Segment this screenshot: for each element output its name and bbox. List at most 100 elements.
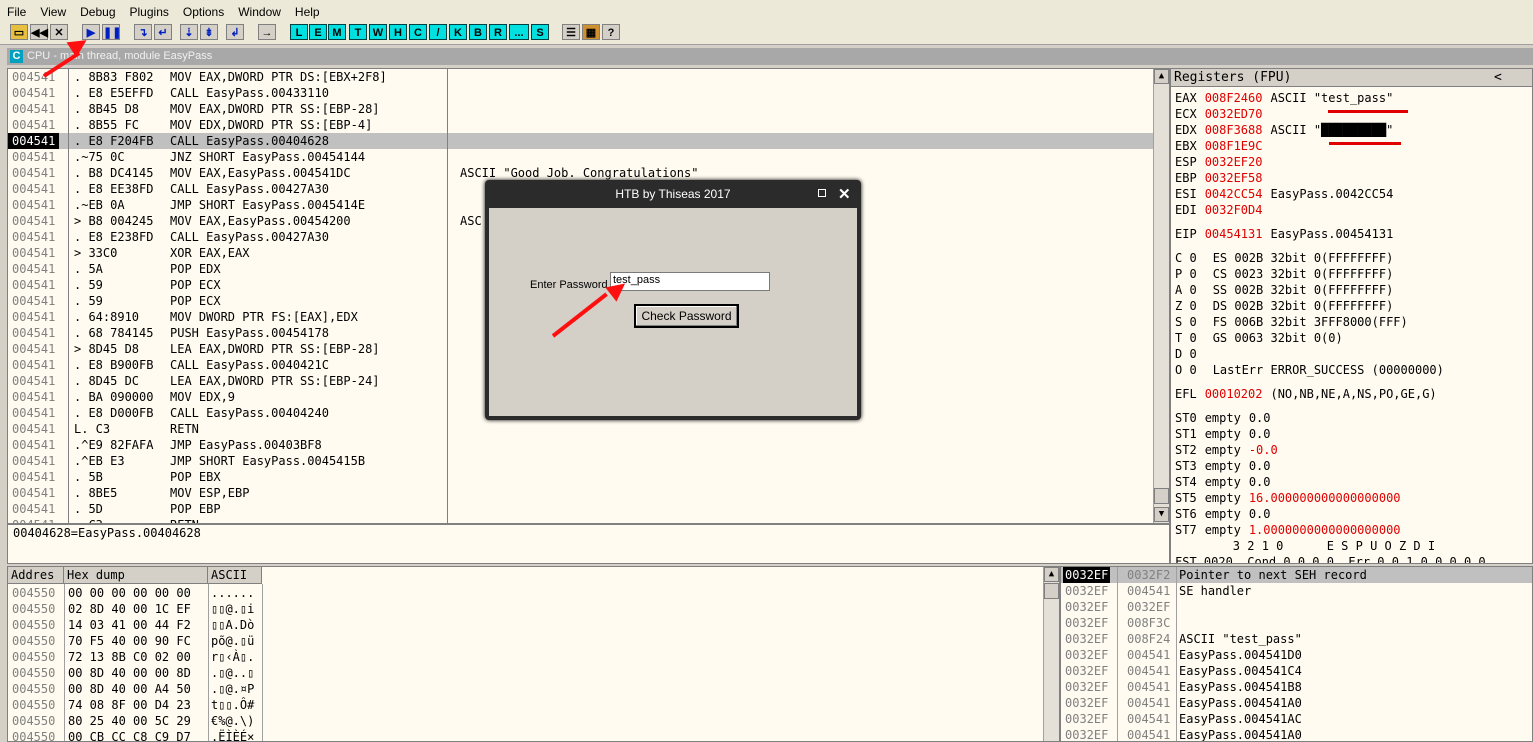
stack-row[interactable]: 0032EF 004541 EasyPass.004541B8 [1061, 679, 1532, 695]
toolbar-button-t[interactable]: T [349, 24, 367, 40]
register-row[interactable]: ESP 0032EF20 [1175, 154, 1530, 170]
disassembly-scrollbar[interactable]: ▲ ▼ [1153, 69, 1169, 523]
register-value[interactable]: 0042CC54 [1205, 187, 1263, 201]
menu-debug[interactable]: Debug [73, 0, 122, 19]
rewind-icon[interactable]: ◀◀ [30, 24, 48, 40]
grid-icon[interactable]: ▦ [582, 24, 600, 40]
flag-row[interactable]: C 0 ES 002B 32bit 0(FFFFFFFF) [1175, 250, 1393, 266]
registers-pane[interactable]: Registers (FPU) < EAX 008F2460 ASCII "test… [1170, 68, 1533, 564]
register-value[interactable]: 008F1E9C [1205, 139, 1263, 153]
flag-row[interactable]: Z 0 DS 002B 32bit 0(FFFFFFFF) [1175, 298, 1393, 314]
scroll-thumb[interactable] [1154, 488, 1169, 504]
disasm-row[interactable]: 004541 .^EB E3 JMP SHORT EasyPass.0045415B [8, 453, 1153, 469]
disasm-row[interactable]: 004541 . B8 DC4145 MOV EAX,EasyPass.004541… [8, 165, 1153, 181]
disasm-row[interactable]: 004541 L. C3 RETN [8, 421, 1153, 437]
stack-row[interactable]: 0032EF 004541 EasyPass.004541A0 [1061, 695, 1532, 711]
disasm-row[interactable]: 004541 .~75 0C JNZ SHORT EasyPass.00454144 [8, 149, 1153, 165]
step-over-icon[interactable]: ↵ [154, 24, 172, 40]
toolbar-button-slash[interactable]: / [429, 24, 447, 40]
list-icon[interactable]: ☰ [562, 24, 580, 40]
disasm-row[interactable]: 004541 . C3 RETN [8, 517, 1153, 523]
menu-view[interactable]: View [33, 0, 73, 19]
menu-help[interactable]: Help [288, 0, 327, 19]
stack-row[interactable]: 0032EF 004541 EasyPass.004541D0 [1061, 647, 1532, 663]
disasm-row[interactable]: 004541 . 5D POP EBP [8, 501, 1153, 517]
stack-row[interactable]: 0032EF 004541 EasyPass.004541AC [1061, 711, 1532, 727]
register-row[interactable]: EDX 008F3688 ASCII "█████████" [1175, 122, 1530, 138]
scroll-thumb[interactable] [1044, 583, 1059, 599]
register-value[interactable]: 0032ED70 [1205, 107, 1263, 121]
register-row-efl[interactable]: EFL 00010202 (NO,NB,NE,A,NS,PO,GE,G) [1175, 386, 1530, 402]
disasm-row[interactable]: 004541 . 5B POP EBX [8, 469, 1153, 485]
stack-pane[interactable]: 0032EF 0032F2 Pointer to next SEH record 00… [1060, 566, 1533, 742]
flag-row[interactable]: O 0 LastErr ERROR_SUCCESS (00000000) [1175, 362, 1444, 378]
disasm-row[interactable]: 004541 .^E9 82FAFA JMP EasyPass.00403BF8 [8, 437, 1153, 453]
register-value[interactable]: 008F3688 [1205, 123, 1263, 137]
toolbar-button-k[interactable]: K [449, 24, 467, 40]
scroll-up-icon[interactable]: ▲ [1044, 567, 1059, 582]
flag-row[interactable]: P 0 CS 0023 32bit 0(FFFFFFFF) [1175, 266, 1393, 282]
fpu-row[interactable]: ST1 empty 0.0 [1175, 426, 1271, 442]
toolbar-button-s[interactable]: S [531, 24, 549, 40]
step-into-icon[interactable]: ↴ [134, 24, 152, 40]
disasm-row[interactable]: 004541 . E8 F204FB CALL EasyPass.00404628 [8, 133, 1153, 149]
register-row[interactable]: ESI 0042CC54 EasyPass.0042CC54 [1175, 186, 1530, 202]
disasm-row[interactable]: 004541 . E8 E5EFFD CALL EasyPass.00433110 [8, 85, 1153, 101]
dump-header-ascii[interactable]: ASCII [208, 567, 262, 584]
toolbar-button-b[interactable]: B [469, 24, 487, 40]
stack-row[interactable]: 0032EF 0032F2 Pointer to next SEH record [1061, 567, 1532, 583]
toolbar-button-r[interactable]: R [489, 24, 507, 40]
register-value[interactable]: 0032EF58 [1205, 171, 1263, 185]
register-row[interactable]: EBP 0032EF58 [1175, 170, 1530, 186]
help-icon[interactable]: ? [602, 24, 620, 40]
execute-till-return-icon[interactable]: ↲ [226, 24, 244, 40]
dump-row[interactable]: 004550 00 CB CC C8 C9 D7 .ËÌÈÉ× [8, 729, 1043, 741]
dump-row[interactable]: 004550 70 F5 40 00 90 FC põ@.▯ü [8, 633, 1043, 649]
toolbar-button-c[interactable]: C [409, 24, 427, 40]
register-row[interactable]: EDI 0032F0D4 [1175, 202, 1530, 218]
disasm-row[interactable]: 004541 . 8B55 FC MOV EDX,DWORD PTR SS:[EBP… [8, 117, 1153, 133]
toolbar-button-w[interactable]: W [369, 24, 387, 40]
stack-row[interactable]: 0032EF 004541 SE handler [1061, 583, 1532, 599]
register-row[interactable]: EBX 008F1E9C [1175, 138, 1530, 154]
scroll-down-icon[interactable]: ▼ [1154, 507, 1169, 522]
register-row[interactable]: EAX 008F2460 ASCII "test_pass" [1175, 90, 1530, 106]
dump-row[interactable]: 004550 14 03 41 00 44 F2 ▯▯A.Dò [8, 617, 1043, 633]
dump-header-address[interactable]: Addres [8, 567, 64, 584]
dump-row[interactable]: 004550 00 8D 40 00 00 8D .▯@..▯ [8, 665, 1043, 681]
register-value[interactable]: 00454131 [1205, 227, 1263, 241]
dump-scrollbar[interactable]: ▲ [1043, 567, 1059, 741]
trace-into-icon[interactable]: ⇣ [180, 24, 198, 40]
register-value[interactable]: 00010202 [1205, 387, 1263, 401]
menu-options[interactable]: Options [176, 0, 231, 19]
disasm-row[interactable]: 004541. 8B83 F802 MOV EAX,DWORD PTR DS:[E… [8, 69, 1153, 85]
dump-row[interactable]: 004550 72 13 8B C0 02 00 r▯‹À▯. [8, 649, 1043, 665]
fpu-row[interactable]: ST0 empty 0.0 [1175, 410, 1271, 426]
stack-row[interactable]: 0032EF 0032EF [1061, 599, 1532, 615]
menu-plugins[interactable]: Plugins [123, 0, 176, 19]
flag-row[interactable]: A 0 SS 002B 32bit 0(FFFFFFFF) [1175, 282, 1393, 298]
stack-row[interactable]: 0032EF 004541 EasyPass.004541A0 [1061, 727, 1532, 741]
stack-row[interactable]: 0032EF 004541 EasyPass.004541C4 [1061, 663, 1532, 679]
check-password-button[interactable]: Check Password [634, 304, 739, 328]
stack-row[interactable]: 0032EF 008F24 ASCII "test_pass" [1061, 631, 1532, 647]
dump-row[interactable]: 004550 00 8D 40 00 A4 50 .▯@.¤P [8, 681, 1043, 697]
stack-row[interactable]: 0032EF 008F3C [1061, 615, 1532, 631]
dump-row[interactable]: 004550 02 8D 40 00 1C EF ▯▯@.▯i [8, 601, 1043, 617]
fpu-row[interactable]: ST7 empty 1.0000000000000000000 [1175, 522, 1401, 538]
toolbar-button-h[interactable]: H [389, 24, 407, 40]
dump-row[interactable]: 004550 80 25 40 00 5C 29 €%@.\) [8, 713, 1043, 729]
dump-header-hex[interactable]: Hex dump [64, 567, 208, 584]
fpu-row[interactable]: ST4 empty 0.0 [1175, 474, 1271, 490]
dump-row[interactable]: 004550 00 00 00 00 00 00...... [8, 585, 1043, 601]
flag-row[interactable]: S 0 FS 006B 32bit 3FFF8000(FFF) [1175, 314, 1408, 330]
register-row-eip[interactable]: EIP 00454131 EasyPass.00454131 [1175, 226, 1530, 242]
fpu-row[interactable]: ST5 empty 16.000000000000000000 [1175, 490, 1401, 506]
flag-row[interactable]: D 0 [1175, 346, 1213, 362]
disasm-row[interactable]: 004541 . 8BE5 MOV ESP,EBP [8, 485, 1153, 501]
maximize-icon[interactable] [818, 189, 826, 197]
password-input[interactable]: test_pass [610, 272, 770, 291]
toolbar-button-e[interactable]: E [309, 24, 327, 40]
open-icon[interactable]: ▭ [10, 24, 28, 40]
close-icon[interactable]: ✕ [50, 24, 68, 40]
